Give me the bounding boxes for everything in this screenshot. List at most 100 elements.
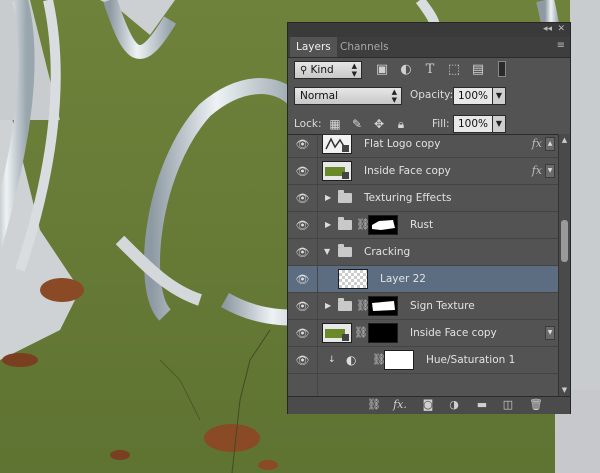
blend-mode-value: Normal [300,90,338,102]
layer-row[interactable]: 👁︎ Flat Logo copy fx ▲ [288,135,558,158]
updown-arrow-icon: ▲ ▼ [391,88,397,104]
panel-menu-icon[interactable]: ≡ [557,40,565,51]
visibility-toggle[interactable]: 👁︎ [288,158,318,184]
expand-arrow-icon[interactable]: ▶ [325,185,331,211]
layer-filter-row: ⚲ Kind ▲ ▼ ▣ ◐ T ⬚ ▤ [288,61,570,81]
layer-name: Layer 22 [380,273,426,285]
folder-icon [338,190,352,203]
visibility-toggle[interactable]: 👁︎ [288,266,318,292]
lock-transparent-icon[interactable]: ▦ [328,117,342,131]
fill-label: Fill: [432,118,450,130]
mask-thumbnail [368,296,398,316]
lock-image-icon[interactable]: ✎ [350,117,364,131]
expand-arrow-icon[interactable]: ▶ [325,212,331,238]
eye-icon: 👁︎ [295,218,310,232]
layer-name: Flat Logo copy [364,138,441,150]
layer-name: Texturing Effects [364,192,452,204]
new-layer-icon[interactable]: ◫ [500,398,516,412]
layer-thumbnail [322,323,352,343]
fx-icon: fx [531,164,542,177]
filter-kind-dropdown[interactable]: ⚲ Kind ▲ ▼ [294,61,362,79]
blend-row: Normal ▲ ▼ Opacity: 100% ▼ [288,87,570,107]
layers-panel: ◂◂ ✕ Layers Channels ≡ ⚲ Kind ▲ ▼ ▣ ◐ T ⬚… [287,22,571,414]
visibility-toggle[interactable]: 👁︎ [288,347,318,373]
folder-open-icon [338,244,352,257]
clipping-arrow-icon: ↓ [328,355,336,365]
folder-icon [338,298,352,311]
visibility-toggle[interactable]: 👁︎ [288,135,318,157]
add-mask-icon[interactable]: ◙ [420,398,436,412]
panel-tab-bar: Layers Channels ≡ [288,37,570,58]
trash-icon[interactable]: 🗑︎ [528,398,544,412]
search-icon: ⚲ [300,65,311,76]
layer-row[interactable]: 👁︎ ⛓︎ Inside Face copy ▼ [288,320,558,347]
expand-effects-icon[interactable]: ▼ [545,326,555,340]
eye-icon: 👁︎ [295,353,310,367]
scroll-up-icon[interactable]: ▲ [560,136,569,144]
shape-filter-icon[interactable]: ⬚ [446,61,462,77]
adjustment-filter-icon[interactable]: ◐ [398,61,414,77]
layer-row[interactable]: 👁︎ ▶ ⛓︎ Rust [288,212,558,239]
lock-row: Lock: ▦ ✎ ✥ 🔒︎ Fill: 100% ▼ [288,115,570,135]
expand-arrow-icon[interactable]: ▶ [325,293,331,319]
layer-thumbnail [322,135,352,154]
expand-effects-icon[interactable]: ▲ [545,137,555,151]
opacity-field[interactable]: 100% [453,87,493,105]
scroll-thumb[interactable] [561,220,568,262]
filter-kind-label: Kind [310,64,334,76]
fill-field[interactable]: 100% [453,115,493,133]
layer-row[interactable]: 👁︎ ↓ ◐ ⛓︎ Hue/Saturation 1 [288,347,558,374]
layer-row[interactable]: 👁︎ ▶ Texturing Effects [288,185,558,212]
layer-name: Hue/Saturation 1 [426,354,516,366]
eye-icon: 👁︎ [295,245,310,259]
close-icon[interactable]: ✕ [557,24,565,35]
layer-name: Sign Texture [410,300,475,312]
opacity-dropdown-arrow[interactable]: ▼ [492,87,506,105]
eye-icon: 👁︎ [295,137,310,151]
layer-row-selected[interactable]: 👁︎ Layer 22 [288,266,558,293]
new-adjustment-icon[interactable]: ◑ [446,398,462,412]
fx-icon[interactable]: fx. [392,398,408,412]
collapse-arrow-icon[interactable]: ▼ [324,239,330,265]
visibility-toggle[interactable]: 👁︎ [288,320,318,346]
layer-list[interactable]: 👁︎ Flat Logo copy fx ▲ 👁︎ Inside Face co… [288,134,558,397]
tab-channels[interactable]: Channels [334,37,395,57]
layer-name: Inside Face copy [410,327,497,339]
lock-position-icon[interactable]: ✥ [372,117,386,131]
layer-row[interactable]: 👁︎ ▶ ⛓︎ Sign Texture [288,293,558,320]
layer-list-scrollbar[interactable]: ▲ ▼ [558,134,570,396]
layer-name: Inside Face copy [364,165,451,177]
blend-mode-dropdown[interactable]: Normal ▲ ▼ [294,87,402,105]
collapse-icon[interactable]: ◂◂ [543,24,552,35]
expand-effects-icon[interactable]: ▼ [545,164,555,178]
scroll-down-icon[interactable]: ▼ [560,386,569,394]
layer-name: Cracking [364,246,411,258]
opacity-label: Opacity: [410,89,454,101]
visibility-toggle[interactable]: 👁︎ [288,293,318,319]
eye-icon: 👁︎ [295,164,310,178]
filter-toggle-icon[interactable] [494,61,510,77]
layer-name: Rust [410,219,434,231]
layer-row[interactable] [288,374,558,397]
layer-row[interactable]: 👁︎ ▼ Cracking [288,239,558,266]
image-filter-icon[interactable]: ▣ [374,61,390,77]
visibility-toggle[interactable]: 👁︎ [288,212,318,238]
tab-layers[interactable]: Layers [290,37,337,57]
eye-icon: 👁︎ [295,326,310,340]
visibility-toggle[interactable]: 👁︎ [288,239,318,265]
panel-title-bar[interactable]: ◂◂ ✕ [288,23,570,37]
fill-dropdown-arrow[interactable]: ▼ [492,115,506,133]
link-layers-icon[interactable]: ⛓︎ [366,398,382,412]
eye-icon: 👁︎ [295,272,310,286]
fx-icon: fx [531,137,542,150]
new-group-icon[interactable]: ▬ [474,398,490,412]
layer-row[interactable]: 👁︎ Inside Face copy fx ▼ [288,158,558,185]
mask-thumbnail [384,350,414,370]
smart-object-filter-icon[interactable]: ▤ [470,61,486,77]
visibility-toggle[interactable]: 👁︎ [288,185,318,211]
lock-all-icon[interactable]: 🔒︎ [394,117,408,131]
type-filter-icon[interactable]: T [422,61,438,77]
layer-thumbnail [322,161,352,181]
visibility-toggle[interactable] [288,374,318,397]
link-icon[interactable]: ⛓︎ [354,326,368,339]
